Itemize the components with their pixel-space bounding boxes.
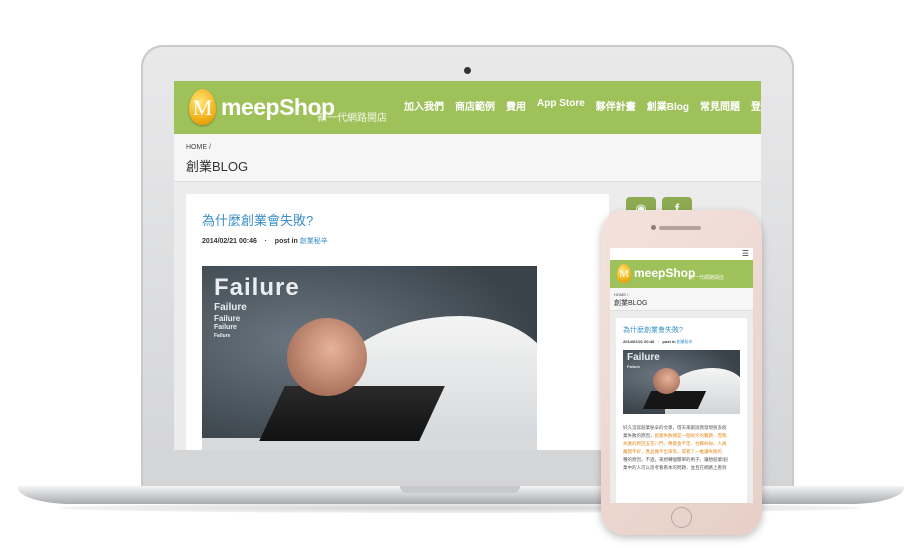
mobile-meta-separator: · [657, 339, 660, 344]
mobile-post-meta: 2014/02/21 00:46 · post in 創業秘辛 [623, 339, 693, 345]
mobile-post-body: 好久沒寫創業秘辛的文章，借天來跟說我發現很多創 業失敗的原因，創業失敗總是一個很… [623, 424, 741, 472]
laptop-notch [400, 486, 520, 493]
body-line: 好久沒寫創業秘辛的文章，借天來跟說我發現很多創 [623, 425, 727, 430]
mobile-post-category-link[interactable]: 創業秘辛 [677, 339, 693, 344]
post-featured-image[interactable]: Failure Failure Failure Failure Failure [202, 266, 537, 450]
body-line-highlight: 失敗的原因五花八門，像資金不足、合夥糾紛、人員 [623, 441, 727, 446]
main-nav: 加入我們 商店範例 費用 App Store 夥伴計畫 創業Blog 常見問題 … [404, 98, 761, 113]
mobile-breadcrumb-home-link[interactable]: HOME / [614, 292, 628, 297]
image-word: Failure [214, 302, 247, 313]
mobile-post-featured-image[interactable]: Failure Failure [623, 350, 740, 414]
nav-item-pricing[interactable]: 費用 [506, 98, 526, 113]
image-word: Failure [214, 314, 241, 323]
mobile-post-in-label: post in [662, 339, 676, 344]
nav-item-blog[interactable]: 創業Blog [647, 98, 689, 113]
body-line: 種的原因，不過，來想轉個簡單的例子，讓想創業/創 [623, 457, 728, 462]
nav-item-faq[interactable]: 常見問題 [700, 98, 740, 113]
nav-item-login[interactable]: 登入 [751, 98, 761, 113]
nav-item-join[interactable]: 加入我們 [404, 98, 444, 113]
phone-body: ☰ M meepShop 新一代網路開店 HOME / 創業BLOG 為什麼創業… [601, 210, 762, 535]
image-head [287, 318, 367, 396]
mobile-post-date: 2014/02/21 00:46 [623, 339, 655, 344]
mobile-logo-tagline: 新一代網路開店 [689, 275, 725, 281]
breadcrumb: HOME / 創業BLOG [174, 134, 761, 182]
laptop-camera [464, 67, 471, 74]
mobile-logo-name[interactable]: meepShop [634, 266, 695, 280]
mobile-post-card: 為什麼創業會失敗? 2014/02/21 00:46 · post in 創業秘… [616, 318, 747, 503]
meta-separator: · [264, 238, 268, 245]
site-header: M meepShop 新一代網路開店 加入我們 商店範例 費用 App Stor… [174, 81, 761, 134]
body-line-text: 業失敗的原因， [623, 433, 655, 438]
menu-icon[interactable]: ☰ [742, 249, 749, 258]
body-line-highlight: 創業失敗總是一個很大的難題，而我 [654, 433, 727, 438]
body-line: 業中的人可以思考看看本的問題，並且在網路上看到 [623, 465, 727, 470]
post-title[interactable]: 為什麼創業會失敗? [202, 210, 313, 229]
mobile-logo-egg-icon[interactable]: M [617, 264, 631, 283]
page-title: 創業BLOG [186, 159, 249, 174]
nav-item-partners[interactable]: 夥伴計畫 [596, 98, 636, 113]
post-meta: 2014/02/21 00:46 · post in 創業秘辛 [202, 236, 328, 246]
logo-tagline: 新一代網路開店 [317, 113, 387, 124]
post-in-label: post in [274, 238, 298, 245]
phone-home-button[interactable] [671, 507, 692, 528]
image-word: Failure [214, 333, 231, 339]
body-line-highlight: 離開不好，產品做不出來等，或者了一推讓失敗的 [623, 449, 722, 454]
mobile-breadcrumb: HOME / 創業BLOG [610, 288, 753, 311]
image-word: Failure [627, 352, 660, 363]
nav-item-examples[interactable]: 商店範例 [455, 98, 495, 113]
post-category-link[interactable]: 創業秘辛 [300, 238, 328, 245]
phone-speaker [659, 226, 701, 230]
image-word: Failure [214, 274, 300, 301]
mobile-topbar: ☰ [610, 248, 753, 260]
image-laptop [259, 386, 445, 441]
body-line: 業失敗的原因，創業失敗總是一個很大的難題，而我 [623, 432, 741, 440]
image-word: Failure [627, 364, 641, 369]
post-card: 為什麼創業會失敗? 2014/02/21 00:46 · post in 創業秘… [186, 194, 609, 450]
mobile-post-title[interactable]: 為什麼創業會失敗? [623, 325, 683, 335]
mobile-site-header: M meepShop 新一代網路開店 [610, 260, 753, 288]
image-head [653, 368, 680, 394]
phone-screen: ☰ M meepShop 新一代網路開店 HOME / 創業BLOG 為什麼創業… [610, 248, 753, 503]
breadcrumb-home-link[interactable]: HOME / [186, 144, 211, 151]
mobile-page-title: 創業BLOG [614, 300, 648, 307]
post-date: 2014/02/21 00:46 [202, 238, 257, 245]
image-laptop [642, 391, 707, 409]
logo-egg-icon[interactable]: M [189, 89, 216, 125]
image-word: Failure [214, 324, 237, 331]
nav-item-app-store[interactable]: App Store [537, 98, 585, 113]
phone-camera [651, 225, 656, 230]
